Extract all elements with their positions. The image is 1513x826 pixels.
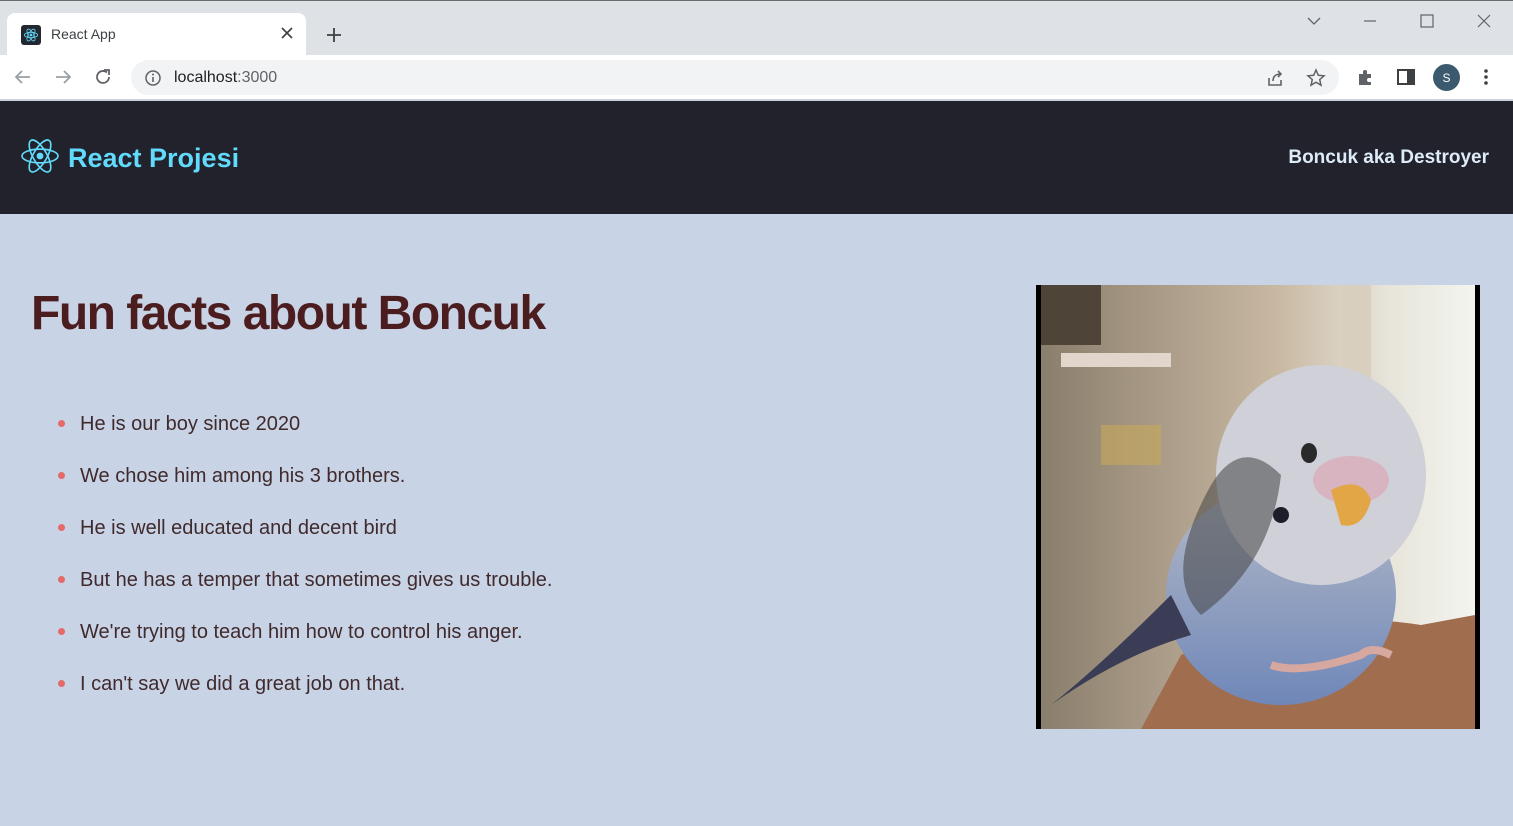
plus-icon[interactable]: [322, 23, 346, 47]
list-item: We chose him among his 3 brothers.: [58, 462, 552, 514]
extensions-icon[interactable]: [1355, 66, 1377, 88]
budgie-photo: [1036, 285, 1480, 729]
list-item: I can't say we did a great job on that.: [58, 670, 552, 722]
nav-right-title: Boncuk aka Destroyer: [1288, 147, 1489, 168]
forward-icon[interactable]: [51, 65, 75, 89]
star-icon[interactable]: [1305, 67, 1327, 89]
minimize-icon[interactable]: [1355, 9, 1385, 33]
list-item: He is our boy since 2020: [58, 410, 552, 462]
sidepanel-icon[interactable]: [1395, 66, 1417, 88]
info-icon[interactable]: [144, 69, 162, 87]
close-icon[interactable]: [277, 23, 297, 43]
brand-title: React Projesi: [68, 143, 240, 173]
avatar[interactable]: S: [1433, 64, 1460, 91]
share-icon[interactable]: [1264, 67, 1286, 89]
browser-toolbar: localhost:3000 S: [0, 55, 1513, 100]
menu-icon[interactable]: [1475, 66, 1497, 88]
url-text: localhost:3000: [174, 69, 278, 86]
tab-title: React App: [51, 26, 116, 42]
react-favicon-icon: [21, 25, 41, 45]
app-navbar: React Projesi Boncuk aka Destroyer: [0, 101, 1513, 214]
maximize-icon[interactable]: [1412, 9, 1442, 33]
list-item: But he has a temper that sometimes gives…: [58, 566, 552, 618]
browser-tab[interactable]: React App: [7, 13, 306, 56]
react-logo-icon: [20, 138, 60, 179]
address-bar[interactable]: localhost:3000: [131, 60, 1339, 95]
browser-tab-bar: React App: [0, 0, 1513, 56]
list-item: He is well educated and decent bird: [58, 514, 552, 566]
back-icon[interactable]: [11, 65, 35, 89]
reload-icon[interactable]: [91, 65, 115, 89]
brand[interactable]: React Projesi: [20, 138, 239, 179]
page-title: Fun facts about Boncuk: [31, 287, 546, 340]
chevron-down-icon[interactable]: [1299, 9, 1329, 33]
list-item: We're trying to teach him how to control…: [58, 618, 552, 670]
close-window-icon[interactable]: [1469, 9, 1499, 33]
facts-list: He is our boy since 2020 We chose him am…: [58, 410, 552, 722]
